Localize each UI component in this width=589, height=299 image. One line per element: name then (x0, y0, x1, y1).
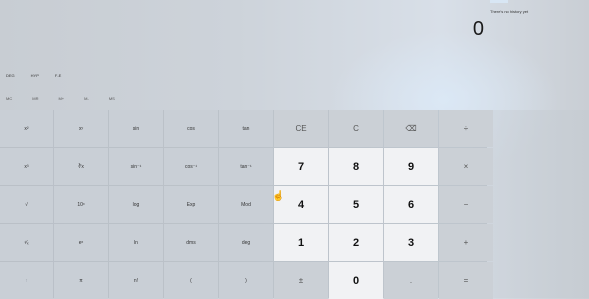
key-r0c8[interactable]: ÷ (439, 110, 493, 147)
key-r4c5[interactable]: ± (274, 262, 328, 299)
key-digit-r4c6[interactable]: 0 (329, 262, 383, 299)
hyp-button[interactable]: HYP (31, 73, 39, 81)
key-digit-r1c6[interactable]: 8 (329, 148, 383, 185)
key-r2c0[interactable]: √ (0, 186, 53, 223)
key-r4c1[interactable]: π (54, 262, 108, 299)
key-r1c0[interactable]: x³ (0, 148, 53, 185)
key-r4c0[interactable]: ↑ (0, 262, 53, 299)
history-tab-indicator (490, 0, 508, 3)
key-r2c8[interactable]: − (439, 186, 493, 223)
key-digit-r3c5[interactable]: 1 (274, 224, 328, 261)
key-r2c3[interactable]: Exp (164, 186, 218, 223)
history-empty-text: There's no history yet (490, 9, 529, 14)
key-r0c0[interactable]: x² (0, 110, 53, 147)
key-r4c8[interactable]: = (439, 262, 493, 299)
key-digit-r2c6[interactable]: 5 (329, 186, 383, 223)
key-r4c3[interactable]: ( (164, 262, 218, 299)
keypad: x² xʸ sin cos tan CE C ⌫ ÷ x³ ∛x sin⁻¹ cos⁻¹ tan⁻¹ 7 8 9… (0, 110, 493, 299)
key-r3c8[interactable]: + (439, 224, 493, 261)
key-r3c4[interactable]: deg (219, 224, 273, 261)
display-value: 0 (472, 18, 484, 40)
memory-subtract-button[interactable]: M- (84, 96, 89, 104)
key-digit-r1c5[interactable]: 7 (274, 148, 328, 185)
key-r4c4[interactable]: ) (219, 262, 273, 299)
key-r1c8[interactable]: × (439, 148, 493, 185)
right-panel-edge (487, 110, 589, 298)
key-r0c4[interactable]: tan (219, 110, 273, 147)
key-r2c4[interactable]: Mod (219, 186, 273, 223)
memory-clear-button[interactable]: MC (6, 96, 12, 104)
key-digit-r2c7[interactable]: 6 (384, 186, 438, 223)
key-r3c2[interactable]: ln (109, 224, 163, 261)
mode-row: DEG HYP F-E (6, 73, 61, 81)
key-r0c7[interactable]: ⌫ (384, 110, 438, 147)
key-digit-r3c7[interactable]: 3 (384, 224, 438, 261)
key-r2c2[interactable]: log (109, 186, 163, 223)
key-r4c7[interactable]: . (384, 262, 438, 299)
key-digit-r3c6[interactable]: 2 (329, 224, 383, 261)
memory-recall-button[interactable]: MR (32, 96, 38, 104)
key-r1c1[interactable]: ∛x (54, 148, 108, 185)
key-r3c1[interactable]: eˣ (54, 224, 108, 261)
key-r3c0[interactable]: ¹⁄ₓ (0, 224, 53, 261)
key-r4c2[interactable]: n! (109, 262, 163, 299)
key-r1c4[interactable]: tan⁻¹ (219, 148, 273, 185)
key-digit-r1c7[interactable]: 9 (384, 148, 438, 185)
memory-add-button[interactable]: M+ (58, 96, 64, 104)
angle-mode-button[interactable]: DEG (6, 73, 15, 81)
key-r0c6[interactable]: C (329, 110, 383, 147)
key-r0c5[interactable]: CE (274, 110, 328, 147)
key-r0c2[interactable]: sin (109, 110, 163, 147)
mouse-cursor-icon: ☝ (272, 191, 285, 202)
key-r3c3[interactable]: dms (164, 224, 218, 261)
key-r0c1[interactable]: xʸ (54, 110, 108, 147)
key-r1c2[interactable]: sin⁻¹ (109, 148, 163, 185)
memory-store-button[interactable]: MS (109, 96, 115, 104)
key-r2c1[interactable]: 10ˣ (54, 186, 108, 223)
key-r0c3[interactable]: cos (164, 110, 218, 147)
memory-row: MC MR M+ M- MS (6, 96, 115, 104)
key-r1c3[interactable]: cos⁻¹ (164, 148, 218, 185)
fe-button[interactable]: F-E (55, 73, 61, 81)
